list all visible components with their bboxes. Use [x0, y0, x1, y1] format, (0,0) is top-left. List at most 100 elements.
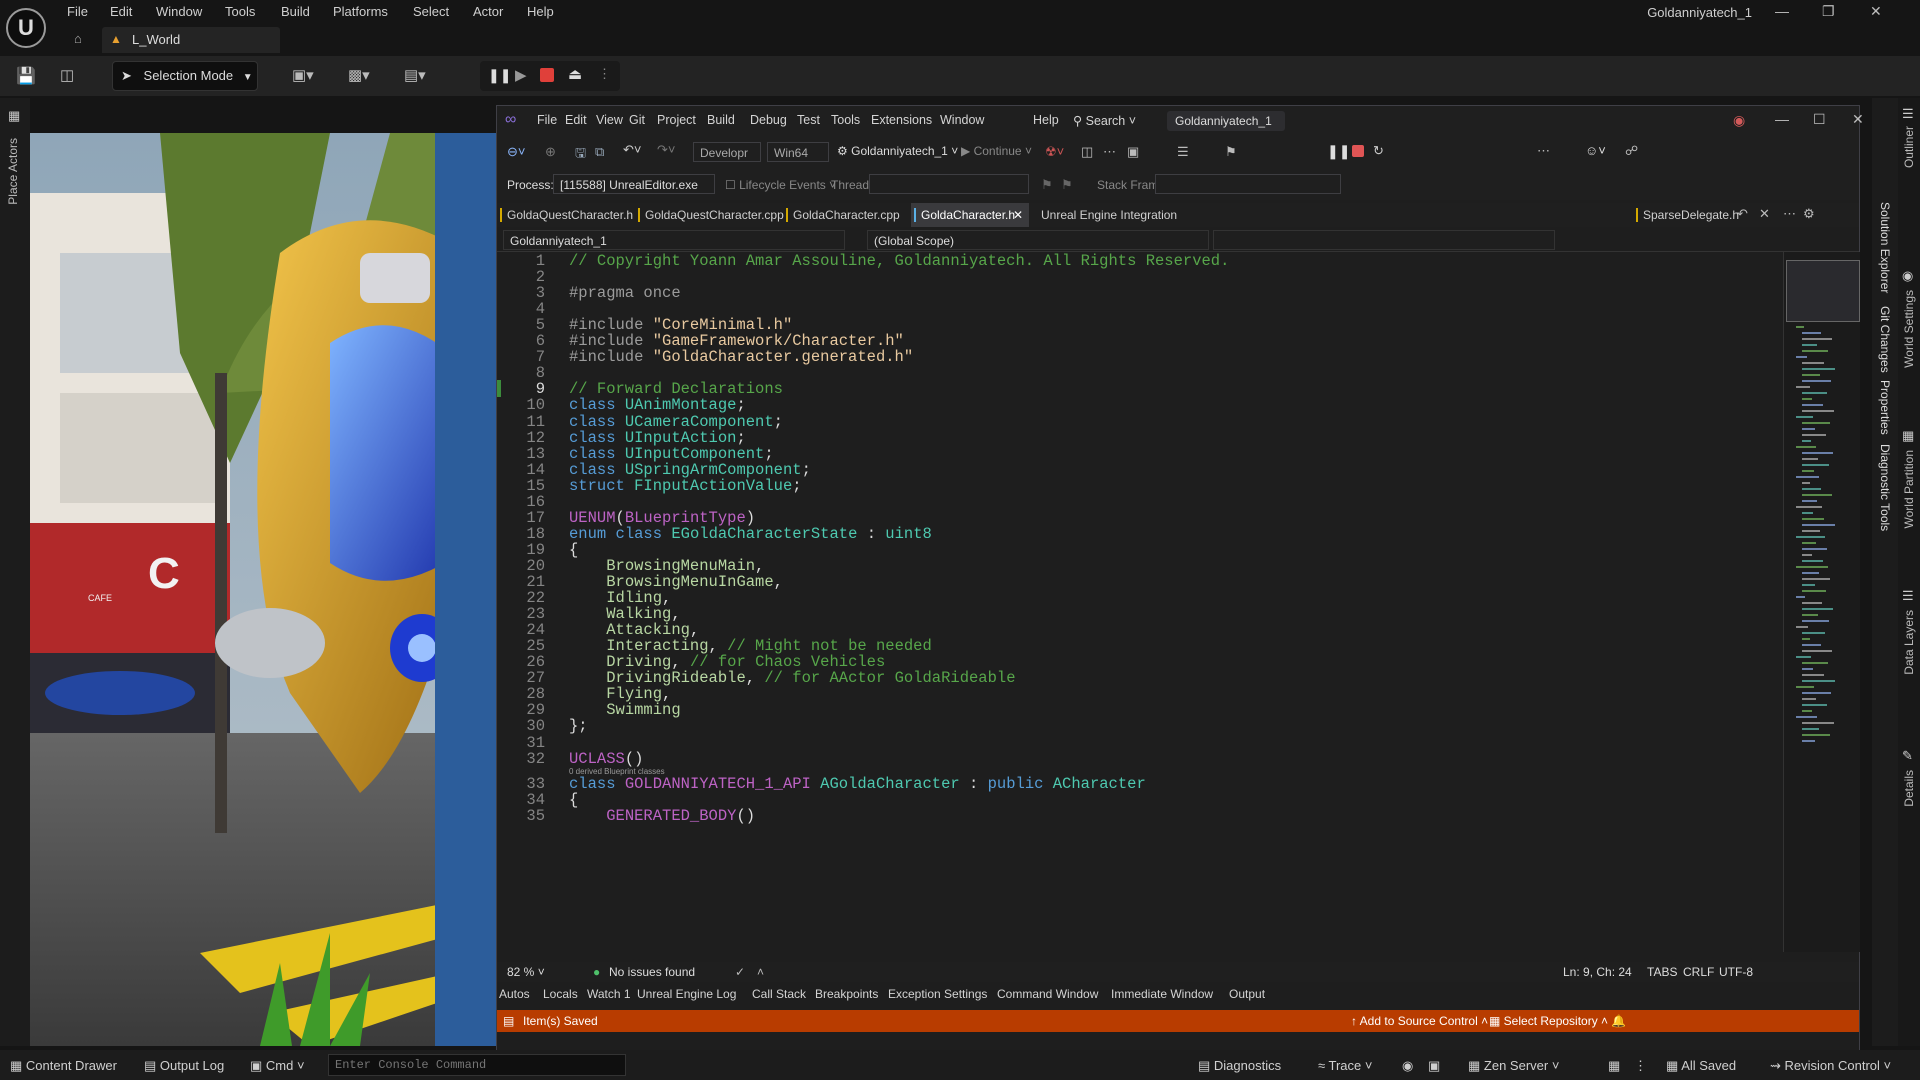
- save-status-button[interactable]: ▦ All Saved: [1666, 1058, 1736, 1074]
- vs-menu-view[interactable]: View: [596, 113, 623, 127]
- stop-debugging-icon[interactable]: [1352, 145, 1364, 157]
- flag-icon[interactable]: ⚑: [1041, 177, 1053, 193]
- redo-icon[interactable]: ↷˅: [657, 142, 675, 158]
- restart-icon[interactable]: ↻: [1373, 143, 1384, 159]
- zen-server-button[interactable]: ▦ Zen Server ˅: [1468, 1058, 1559, 1074]
- chevron-up-icon[interactable]: ˄: [757, 962, 764, 982]
- copilot-icon[interactable]: ◉: [1733, 112, 1745, 129]
- save-icon[interactable]: 💾: [16, 66, 36, 86]
- undo-icon[interactable]: ↶˅: [623, 142, 641, 158]
- level-viewport[interactable]: C CAFE: [30, 133, 496, 1046]
- close-tab-icon[interactable]: ✕: [1013, 203, 1023, 227]
- vs-menu-file[interactable]: File: [537, 113, 557, 127]
- code-editor[interactable]: 1// Copyright Yoann Amar Assouline, Gold…: [497, 252, 1779, 952]
- code-line[interactable]: UCLASS(): [569, 750, 643, 768]
- vs-menu-project[interactable]: Project: [657, 113, 696, 127]
- tab-world-settings[interactable]: World Settings: [1902, 290, 1916, 368]
- tab-more-icon[interactable]: ⋯: [1783, 206, 1796, 222]
- tab-world-partition[interactable]: World Partition: [1902, 450, 1916, 528]
- ue-minimize-icon[interactable]: —: [1775, 3, 1789, 19]
- unreal-logo-icon[interactable]: U: [6, 8, 46, 48]
- vs-menu-debug[interactable]: Debug: [750, 113, 787, 127]
- level-tab[interactable]: ▲ L_World: [102, 27, 280, 53]
- vs-menu-tools[interactable]: Tools: [831, 113, 860, 127]
- record-icon[interactable]: ◉: [1402, 1058, 1413, 1074]
- code-line[interactable]: #include "GoldaCharacter.generated.h": [569, 348, 913, 366]
- toolbar-more-icon[interactable]: ⋯: [1537, 143, 1550, 159]
- tab-watch-1[interactable]: Watch 1: [587, 987, 631, 1001]
- code-line[interactable]: class UAnimMontage;: [569, 396, 746, 414]
- tab-goldacharacter-h[interactable]: GoldaCharacter.h ✕: [911, 203, 1029, 227]
- screenshot-icon[interactable]: ▣: [1428, 1058, 1440, 1074]
- lifecycle-events-dropdown[interactable]: ☐ Lifecycle Events ˅: [725, 178, 836, 192]
- scope-nav-dropdown[interactable]: (Global Scope): [867, 230, 1209, 250]
- thread-dropdown[interactable]: [869, 174, 1029, 194]
- bottom-more-icon[interactable]: ⋮: [1634, 1058, 1647, 1074]
- console-command-input[interactable]: [328, 1054, 626, 1076]
- break-all-icon[interactable]: ❚❚: [1327, 143, 1350, 160]
- tab-data-layers[interactable]: Data Layers: [1902, 610, 1916, 675]
- code-line[interactable]: enum class EGoldaCharacterState : uint8: [569, 525, 932, 543]
- ue-menu-actor[interactable]: Actor: [473, 4, 503, 19]
- config-dropdown[interactable]: Developr: [693, 142, 761, 162]
- code-line[interactable]: #pragma once: [569, 284, 681, 302]
- place-actors-tab[interactable]: Place Actors: [6, 138, 20, 205]
- ue-menu-build[interactable]: Build: [281, 4, 310, 19]
- trace-button[interactable]: ≈ Trace ˅: [1318, 1058, 1372, 1073]
- project-nav-dropdown[interactable]: Goldanniyatech_1: [503, 230, 845, 250]
- vs-menu-edit[interactable]: Edit: [565, 113, 587, 127]
- place-actors-icon[interactable]: ▦: [8, 108, 20, 124]
- vs-search-button[interactable]: ⚲ Search ˅: [1073, 113, 1136, 128]
- vs-menu-git[interactable]: Git: [629, 113, 645, 127]
- tab-immediate-window[interactable]: Immediate Window: [1111, 987, 1213, 1001]
- bookmark-icon[interactable]: ⚑: [1225, 144, 1237, 160]
- pause-icon[interactable]: ❚❚: [488, 67, 511, 84]
- add-actor-icon[interactable]: ▣▾: [292, 66, 314, 84]
- startup-target-dropdown[interactable]: ⚙ Goldanniyatech_1 ˅: [837, 144, 958, 158]
- code-line[interactable]: };: [569, 717, 588, 735]
- cinematics-icon[interactable]: ▤▾: [404, 66, 426, 84]
- content-browser-icon[interactable]: ◫: [60, 66, 74, 84]
- back-nav-icon[interactable]: ⊖˅: [507, 144, 525, 160]
- live-share-icon[interactable]: ☍: [1625, 143, 1638, 159]
- save-file-icon[interactable]: 🖫: [575, 144, 586, 166]
- process-dropdown[interactable]: [115588] UnrealEditor.exe: [553, 174, 715, 194]
- tab-unreal-engine-log[interactable]: Unreal Engine Log: [637, 987, 736, 1001]
- tab-goldaquestcharacter-cpp[interactable]: GoldaQuestCharacter.cpp: [635, 203, 784, 227]
- ue-menu-platforms[interactable]: Platforms: [333, 4, 388, 19]
- vs-menu-extensions[interactable]: Extensions: [871, 113, 932, 127]
- code-line[interactable]: // Copyright Yoann Amar Assouline, Golda…: [569, 252, 1229, 270]
- stop-icon[interactable]: [540, 68, 554, 82]
- ue-menu-edit[interactable]: Edit: [110, 4, 132, 19]
- ue-menu-file[interactable]: File: [67, 4, 88, 19]
- tab-solution-explorer[interactable]: Solution Explorer: [1878, 202, 1892, 293]
- cursor-position[interactable]: Ln: 9, Ch: 24: [1563, 962, 1632, 982]
- vs-close-icon[interactable]: ✕: [1852, 111, 1864, 128]
- tab-goldaquestcharacter-h[interactable]: GoldaQuestCharacter.h: [497, 203, 635, 227]
- more-options-icon[interactable]: ⋮: [598, 66, 611, 82]
- tab-exception-settings[interactable]: Exception Settings: [888, 987, 987, 1001]
- minimap-viewport[interactable]: [1786, 260, 1860, 322]
- hot-reload-icon[interactable]: ☢˅: [1045, 144, 1064, 160]
- platform-dropdown[interactable]: Win64: [767, 142, 829, 162]
- selection-mode-dropdown[interactable]: ➤ Selection Mode ▼: [112, 61, 258, 91]
- flag-all-icon[interactable]: ⚑: [1061, 177, 1073, 193]
- ue-menu-select[interactable]: Select: [413, 4, 449, 19]
- add-to-source-control-button[interactable]: ↑ Add to Source Control ˄: [1351, 1010, 1488, 1032]
- ue-menu-tools[interactable]: Tools: [225, 4, 255, 19]
- close-all-icon[interactable]: ✕: [1759, 206, 1770, 222]
- overflow-icon[interactable]: ⋯: [1103, 144, 1116, 160]
- vs-menu-build[interactable]: Build: [707, 113, 735, 127]
- cleanup-icon[interactable]: ✓: [735, 962, 745, 982]
- tabs-mode[interactable]: TABS: [1647, 962, 1677, 982]
- comment-icon[interactable]: ▣: [1127, 144, 1139, 160]
- blueprints-icon[interactable]: ▩▾: [348, 66, 370, 84]
- continue-button[interactable]: ▶ Continue ˅: [961, 144, 1032, 158]
- home-icon[interactable]: ⌂: [74, 31, 82, 46]
- vs-menu-window[interactable]: Window: [940, 113, 984, 127]
- tab-settings-icon[interactable]: ⚙: [1803, 206, 1815, 222]
- frame-skip-icon[interactable]: ▶: [515, 66, 527, 84]
- ue-restore-icon[interactable]: ❐: [1822, 3, 1835, 20]
- notifications-icon[interactable]: 🔔: [1611, 1010, 1626, 1032]
- derived-data-icon[interactable]: ▦: [1608, 1058, 1620, 1074]
